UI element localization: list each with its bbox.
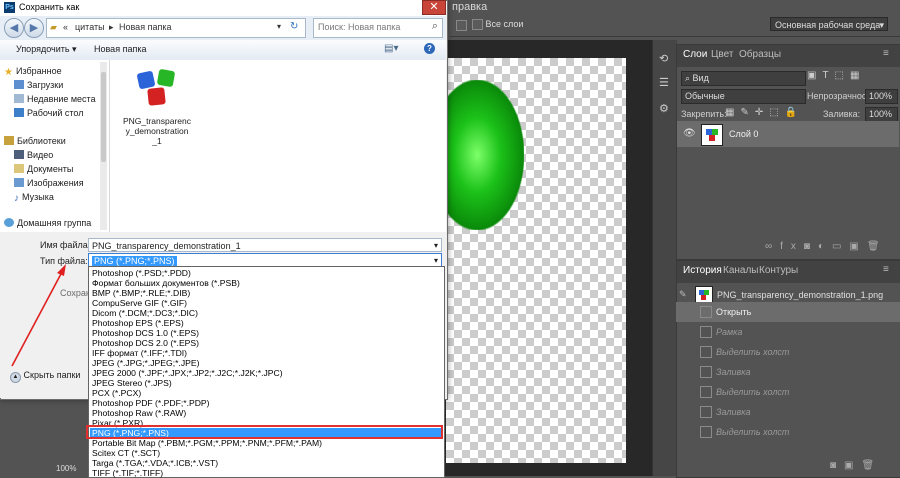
arrow-head (57, 264, 66, 276)
annotation-arrow (11, 264, 66, 367)
arrow-line (11, 271, 63, 367)
